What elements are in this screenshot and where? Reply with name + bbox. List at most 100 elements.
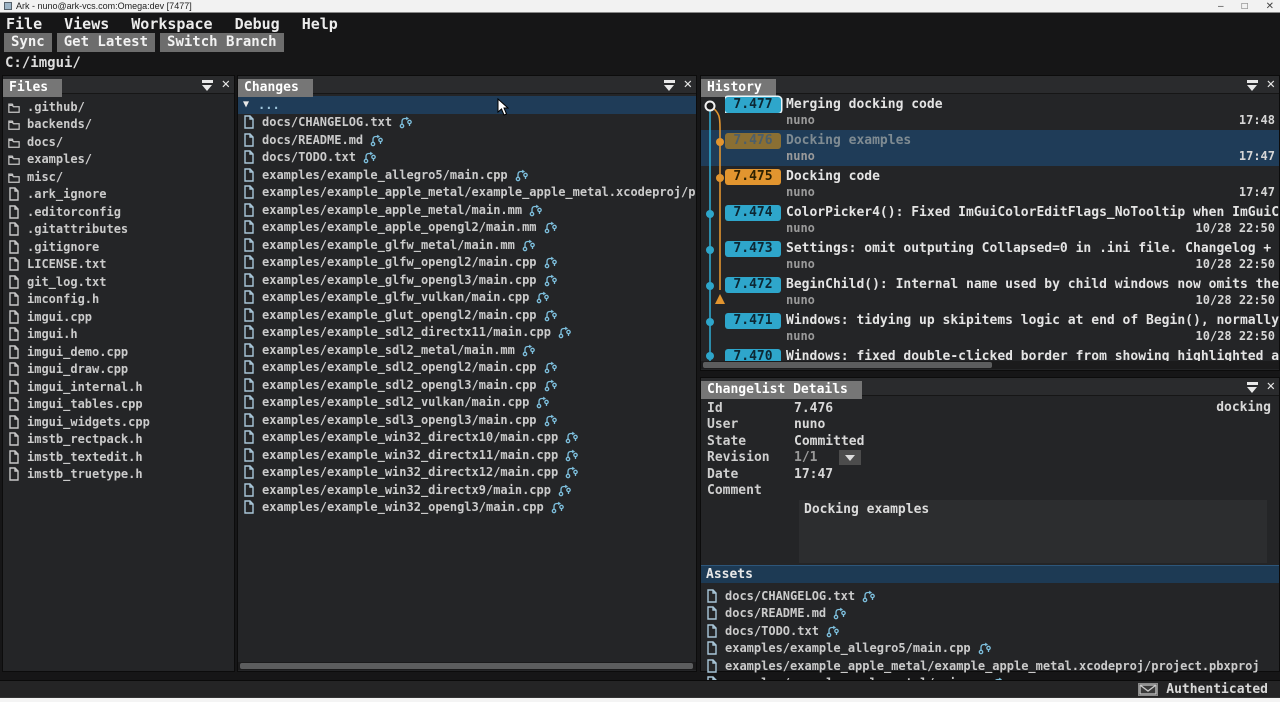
history-row[interactable]: 7.475 Docking code nuno 17:47 — [701, 166, 1279, 202]
auth-status: Authenticated — [1166, 682, 1268, 697]
filter-icon[interactable] — [663, 78, 676, 91]
close-button[interactable]: ✕ — [1266, 0, 1274, 13]
filter-icon[interactable] — [201, 78, 214, 91]
menu-item-views[interactable]: Views — [64, 15, 109, 33]
change-list-item[interactable]: docs/TODO.txt — [701, 622, 1279, 640]
file-list-item[interactable]: imgui.cpp — [3, 308, 234, 326]
history-row[interactable]: 7.472 BeginChild(): Internal name used b… — [701, 274, 1279, 310]
changes-root-row[interactable]: ▼ ... — [238, 96, 696, 114]
change-list-item[interactable]: examples/example_sdl2_metal/main.mm — [238, 341, 696, 359]
change-list-item[interactable]: docs/README.md — [701, 605, 1279, 623]
bottom-strip — [0, 697, 1280, 702]
sync-button[interactable]: Sync — [4, 33, 52, 52]
get-latest-button[interactable]: Get Latest — [57, 33, 155, 52]
history-hscrollbar[interactable] — [701, 361, 1279, 369]
change-list-item[interactable]: examples/example_win32_opengl3/main.cpp — [238, 499, 696, 517]
close-panel-icon[interactable]: ✕ — [684, 78, 692, 91]
change-list-item[interactable]: examples/example_win32_directx10/main.cp… — [238, 429, 696, 447]
switch-branch-button[interactable]: Switch Branch — [160, 33, 284, 52]
file-list-item[interactable]: imconfig.h — [3, 291, 234, 309]
field-value: 17:47 — [794, 467, 833, 482]
change-list-item[interactable]: examples/example_apple_metal/example_app… — [238, 184, 696, 202]
change-list-item[interactable]: examples/example_sdl2_vulkan/main.cpp — [238, 394, 696, 412]
file-name: imgui.cpp — [27, 310, 92, 324]
change-path: examples/example_apple_metal/example_app… — [262, 185, 695, 199]
revision-dropdown[interactable] — [839, 450, 861, 465]
change-list-item[interactable]: docs/TODO.txt — [238, 149, 696, 167]
file-list-item[interactable]: imstb_textedit.h — [3, 448, 234, 466]
change-list-item[interactable]: examples/example_sdl3_opengl3/main.cpp — [238, 411, 696, 429]
minimize-button[interactable]: – — [1218, 0, 1224, 13]
change-list-item[interactable]: docs/README.md — [238, 131, 696, 149]
change-path: examples/example_allegro5/main.cpp — [262, 168, 508, 182]
history-row[interactable]: 7.470 Windows: fixed double-clicked bord… — [701, 346, 1279, 362]
file-list-item[interactable]: imgui_tables.cpp — [3, 396, 234, 414]
change-list-item[interactable]: examples/example_win32_directx12/main.cp… — [238, 464, 696, 482]
change-list-item[interactable]: examples/example_apple_opengl2/main.mm — [238, 219, 696, 237]
commit-author: nuno — [786, 149, 815, 163]
file-list-item[interactable]: examples/ — [3, 151, 234, 169]
file-list-item[interactable]: git_log.txt — [3, 273, 234, 291]
close-panel-icon[interactable]: ✕ — [1267, 78, 1275, 91]
merge-icon — [826, 624, 839, 638]
changes-tab[interactable]: Changes — [238, 79, 313, 97]
change-list-item[interactable]: examples/example_sdl2_opengl2/main.cpp — [238, 359, 696, 377]
filter-icon[interactable] — [1246, 78, 1259, 91]
change-list-item[interactable]: examples/example_glfw_vulkan/main.cpp — [238, 289, 696, 307]
file-list-item[interactable]: .gitignore — [3, 238, 234, 256]
merge-icon — [363, 150, 376, 164]
change-list-item[interactable]: examples/example_win32_directx11/main.cp… — [238, 446, 696, 464]
change-list-item[interactable]: docs/CHANGELOG.txt — [701, 587, 1279, 605]
file-list-item[interactable]: imgui.h — [3, 326, 234, 344]
menu-item-file[interactable]: File — [6, 15, 42, 33]
menu-item-workspace[interactable]: Workspace — [131, 15, 212, 33]
file-list-item[interactable]: misc/ — [3, 168, 234, 186]
file-list-item[interactable]: backends/ — [3, 116, 234, 134]
comment-field[interactable]: Docking examples — [799, 500, 1267, 563]
history-row[interactable]: 7.476 Docking examples nuno 17:47 — [701, 130, 1279, 166]
file-list-item[interactable]: .gitattributes — [3, 221, 234, 239]
history-row[interactable]: 7.471 Windows: tidying up skipitems logi… — [701, 310, 1279, 346]
menu-item-debug[interactable]: Debug — [235, 15, 280, 33]
change-list-item[interactable]: examples/example_allegro5/main.cpp — [701, 640, 1279, 658]
file-list-item[interactable]: .github/ — [3, 98, 234, 116]
file-list-item[interactable]: .editorconfig — [3, 203, 234, 221]
change-list-item[interactable]: examples/example_glfw_opengl2/main.cpp — [238, 254, 696, 272]
file-list-item[interactable]: .ark_ignore — [3, 186, 234, 204]
change-list-item[interactable]: docs/CHANGELOG.txt — [238, 114, 696, 132]
close-panel-icon[interactable]: ✕ — [1267, 380, 1275, 393]
change-list-item[interactable]: examples/example_glfw_metal/main.mm — [238, 236, 696, 254]
change-list-item[interactable]: examples/example_glfw_opengl3/main.cpp — [238, 271, 696, 289]
merge-icon — [565, 465, 578, 479]
history-row[interactable]: 7.473 Settings: omit outputing Collapsed… — [701, 238, 1279, 274]
merge-icon — [565, 430, 578, 444]
change-list-item[interactable]: examples/example_win32_directx9/main.cpp — [238, 481, 696, 499]
change-path: examples/example_glut_opengl2/main.cpp — [262, 308, 537, 322]
change-list-item[interactable]: examples/example_sdl2_opengl3/main.cpp — [238, 376, 696, 394]
file-list-item[interactable]: imgui_draw.cpp — [3, 361, 234, 379]
change-list-item[interactable]: examples/example_allegro5/main.cpp — [238, 166, 696, 184]
file-list-item[interactable]: imgui_internal.h — [3, 378, 234, 396]
changes-hscrollbar[interactable] — [238, 662, 696, 670]
change-list-item[interactable]: examples/example_apple_metal/example_app… — [701, 657, 1279, 675]
menu-item-help[interactable]: Help — [302, 15, 338, 33]
file-list-item[interactable]: LICENSE.txt — [3, 256, 234, 274]
details-field-row: Comment — [701, 483, 1279, 500]
files-tab[interactable]: Files — [3, 79, 62, 97]
close-panel-icon[interactable]: ✕ — [222, 78, 230, 91]
field-value: 1/1 — [794, 450, 817, 465]
file-list-item[interactable]: imstb_rectpack.h — [3, 431, 234, 449]
filter-icon[interactable] — [1246, 380, 1259, 393]
change-list-item[interactable]: examples/example_glut_opengl2/main.cpp — [238, 306, 696, 324]
change-list-item[interactable]: examples/example_sdl2_directx11/main.cpp — [238, 324, 696, 342]
file-list-item[interactable]: docs/ — [3, 133, 234, 151]
merge-icon — [536, 290, 549, 304]
file-list-item[interactable]: imstb_truetype.h — [3, 466, 234, 484]
change-list-item[interactable]: examples/example_apple_metal/main.mm — [238, 201, 696, 219]
file-list-item[interactable]: imgui_widgets.cpp — [3, 413, 234, 431]
maximize-button[interactable]: □ — [1242, 0, 1248, 13]
expand-triangle-icon[interactable]: ▼ — [243, 99, 249, 110]
history-row[interactable]: 7.474 ColorPicker4(): Fixed ImGuiColorEd… — [701, 202, 1279, 238]
file-list-item[interactable]: imgui_demo.cpp — [3, 343, 234, 361]
history-row[interactable]: 7.477 Merging docking code nuno 17:48 — [701, 94, 1279, 130]
